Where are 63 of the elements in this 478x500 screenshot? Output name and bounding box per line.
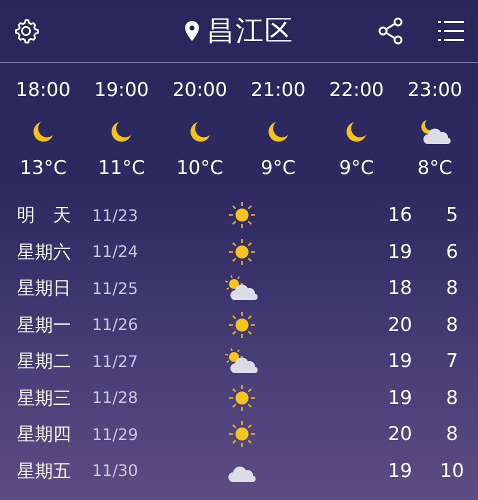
day-date: 11/30: [92, 461, 140, 480]
low-temperature: 5: [444, 204, 460, 226]
low-temperature: 8: [444, 386, 460, 409]
high-temperature: 19: [386, 240, 414, 263]
high-temperature: 16: [386, 204, 414, 226]
partly-sunny-icon: [225, 348, 259, 374]
moon-icon: [188, 120, 212, 144]
day-date: 11/23: [92, 206, 140, 225]
moon-icon: [344, 120, 368, 144]
day-name: 星期二: [17, 350, 72, 374]
day-name: 星期三: [17, 386, 72, 410]
partly-sunny-icon: [225, 275, 259, 302]
sun-icon: [228, 384, 256, 412]
menu-button[interactable]: [436, 18, 466, 44]
menu-icon: [438, 20, 464, 42]
sun-icon: [228, 310, 256, 339]
moon-icon: [266, 120, 290, 144]
low-temperature: 10: [438, 460, 466, 482]
cloudy-moon-icon: [418, 119, 451, 145]
hour-time: 18:00: [16, 79, 71, 103]
day-date: 11/24: [92, 242, 140, 262]
moon-icon: [31, 120, 56, 144]
high-temperature: 19: [386, 350, 414, 372]
high-temperature: 19: [386, 460, 414, 482]
high-temperature: 18: [386, 277, 414, 300]
day-name: 星期六: [17, 240, 72, 264]
low-temperature: 8: [444, 423, 460, 446]
day-name: 星期日: [17, 277, 72, 300]
day-name: 星期一: [17, 314, 72, 337]
sun-icon: [228, 238, 256, 266]
high-temperature: 19: [386, 386, 414, 409]
day-date: 11/29: [92, 424, 140, 444]
location-title: 昌江区: [206, 13, 294, 49]
hour-time: 23:00: [407, 79, 462, 103]
day-name: 星期五: [17, 460, 72, 483]
day-date: 11/26: [92, 315, 140, 334]
hour-temperature: 8°C: [417, 157, 452, 179]
hour-time: 19:00: [94, 79, 149, 103]
moon-icon: [109, 120, 134, 144]
settings-icon: [12, 17, 40, 45]
hour-temperature: 11°C: [98, 157, 145, 179]
hour-temperature: 9°C: [260, 157, 296, 179]
hour-time: 20:00: [172, 79, 228, 103]
hour-temperature: 10°C: [176, 157, 224, 179]
hour-temperature: 9°C: [339, 157, 374, 179]
sun-icon: [228, 420, 256, 448]
share-icon: [378, 17, 404, 45]
location-pin-icon: [184, 21, 198, 41]
hour-time: 22:00: [329, 79, 384, 103]
day-date: 11/27: [92, 352, 140, 371]
high-temperature: 20: [386, 314, 414, 336]
day-name: 明 天: [17, 204, 72, 228]
low-temperature: 8: [444, 277, 460, 300]
hour-temperature: 13°C: [20, 157, 67, 179]
day-name: 星期四: [17, 423, 72, 446]
high-temperature: 20: [386, 423, 414, 446]
low-temperature: 8: [444, 314, 460, 336]
day-date: 11/25: [92, 278, 140, 298]
day-date: 11/28: [92, 388, 140, 408]
low-temperature: 6: [444, 240, 460, 263]
low-temperature: 7: [444, 350, 460, 372]
hour-time: 21:00: [250, 79, 306, 103]
sun-icon: [228, 201, 256, 230]
